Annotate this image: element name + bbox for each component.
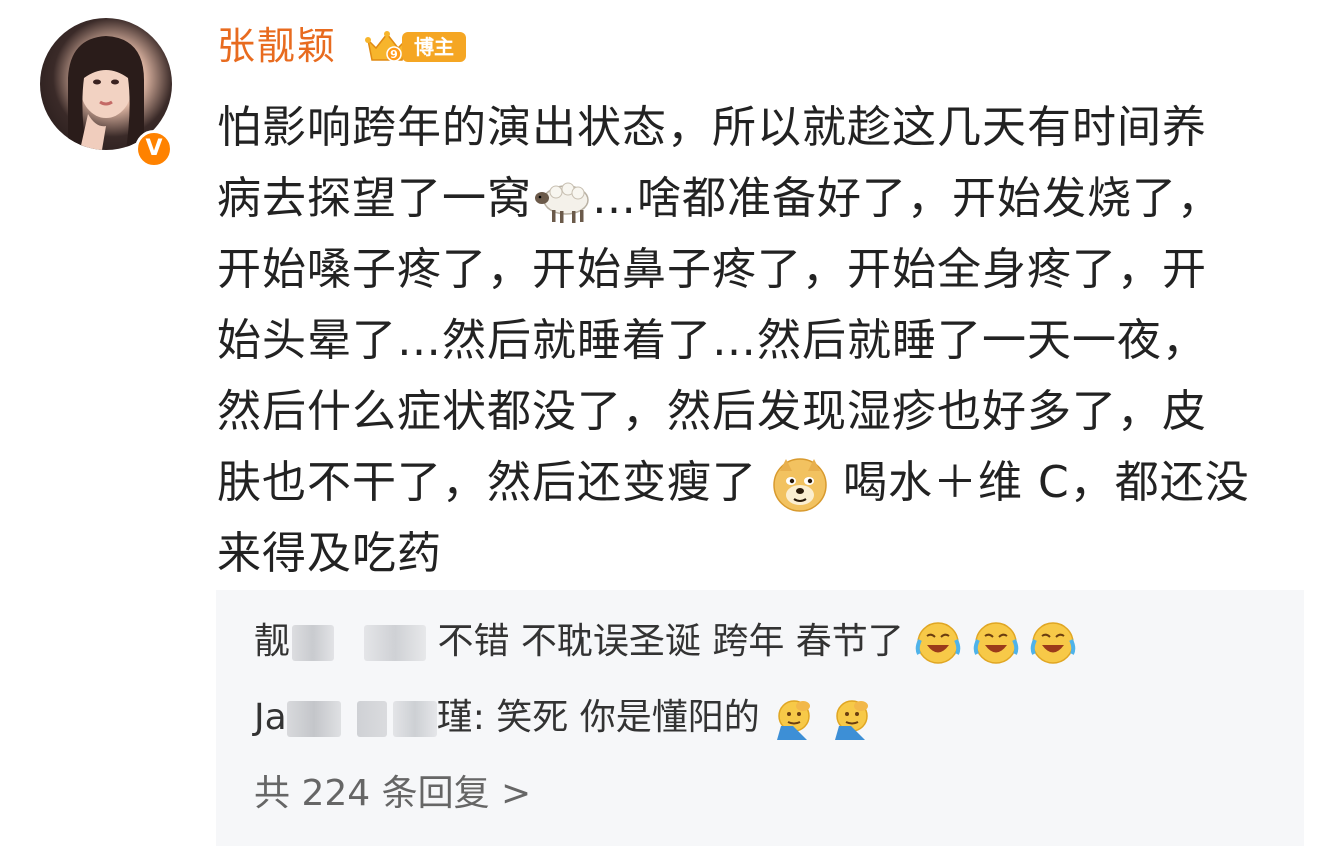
- post-line-text: 病去探望了一窝: [217, 173, 532, 224]
- weibo-post: V 张靓颖 9 博主 怕影响跨年的演出状态，所以就趁这几天有时间养 病去探望了一…: [0, 0, 1340, 860]
- avatar[interactable]: V: [40, 18, 173, 168]
- blurred-username: [364, 625, 427, 661]
- blurred-username: [286, 701, 341, 737]
- comment-author[interactable]: Ja: [254, 697, 287, 738]
- sheep-icon: [535, 182, 589, 223]
- post-line: 怕影响跨年的演出状态，所以就趁这几天有时间养: [217, 102, 1207, 153]
- comment-item[interactable]: Ja 瑾: 笑死 你是懂阳的: [254, 694, 875, 742]
- comment-text: 笑死 你是懂阳的: [496, 697, 760, 738]
- post-line: 开始嗓子疼了，开始鼻子疼了，开始全身疼了，开: [217, 244, 1207, 295]
- doge-icon: [773, 458, 827, 512]
- post-line-text: 喝水＋维 C，都还没: [843, 457, 1250, 508]
- post-line: 病去探望了一窝 …啥都准备好了，开始发烧了，: [217, 163, 1297, 234]
- svg-text:9: 9: [390, 48, 398, 61]
- laugh-cry-icon: [1030, 622, 1076, 664]
- comment-item[interactable]: 靓 不错 不耽误圣诞 跨年 春节了: [254, 618, 1076, 666]
- post-line-text: 肤也不干了，然后还变瘦了: [217, 457, 757, 508]
- username[interactable]: 张靓颖: [217, 24, 337, 68]
- blurred-username: [356, 701, 387, 737]
- blogger-badge: 9 博主: [364, 28, 466, 66]
- blurred-username: [392, 701, 437, 737]
- post-line: 然后什么症状都没了，然后发现湿疹也好多了，皮: [217, 386, 1207, 437]
- comment-author[interactable]: 靓: [254, 621, 290, 662]
- comment-author-tail[interactable]: 瑾:: [437, 697, 485, 738]
- blurred-username: [292, 625, 335, 661]
- post-line-text: …啥都准备好了，开始发烧了，: [592, 173, 1222, 224]
- post-line: 肤也不干了，然后还变瘦了 喝水＋维 C，都还没: [217, 447, 1297, 518]
- facepalm-icon: [777, 700, 811, 740]
- post-line: 来得及吃药: [217, 528, 442, 579]
- post-text: 怕影响跨年的演出状态，所以就趁这几天有时间养 病去探望了一窝 …啥都准备好了，开…: [217, 92, 1297, 589]
- comment-panel: 靓 不错 不耽误圣诞 跨年 春节了 Ja 瑾: 笑死 你是懂阳的 共 224 条…: [216, 590, 1304, 846]
- laugh-cry-icon: [916, 622, 961, 664]
- facepalm-icon: [834, 700, 868, 740]
- post-line: 始头晕了…然后就睡着了…然后就睡了一天一夜，: [217, 315, 1207, 366]
- verified-badge-icon: V: [135, 130, 173, 168]
- reply-count-link[interactable]: 共 224 条回复 >: [254, 770, 531, 818]
- blogger-tag: 博主: [402, 32, 466, 62]
- comment-text: 不错 不耽误圣诞 跨年 春节了: [437, 621, 904, 662]
- laugh-cry-icon: [973, 622, 1018, 664]
